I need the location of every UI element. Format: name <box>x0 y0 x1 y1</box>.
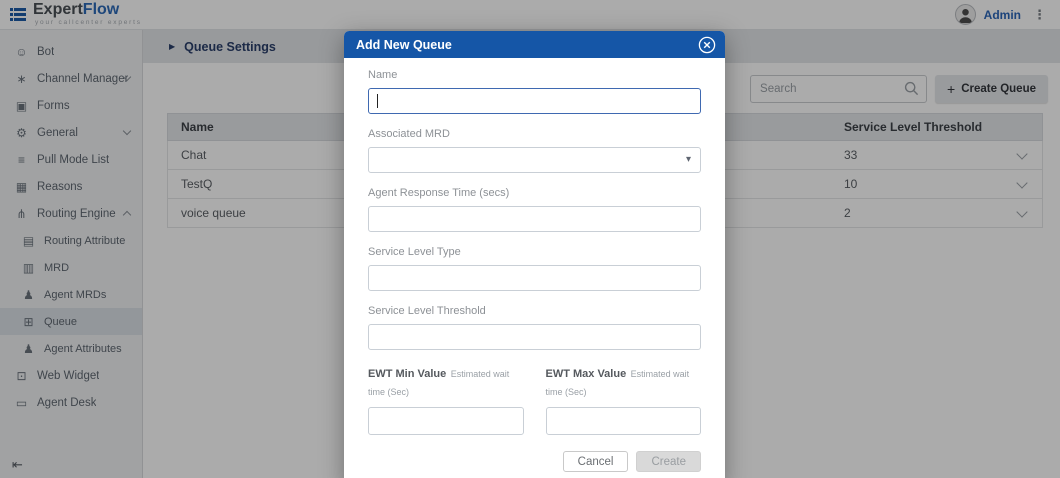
field-name: Name <box>368 69 701 114</box>
field-ewt-min: EWT Min Value Estimated wait time (Sec) <box>368 364 524 435</box>
name-label: Name <box>368 69 701 81</box>
add-new-queue-modal: Add New Queue Name Associated MRD <box>344 31 725 478</box>
field-service-level-threshold: Service Level Threshold <box>368 305 701 350</box>
cancel-button[interactable]: Cancel <box>563 451 629 472</box>
modal-body: Name Associated MRD ▾ Agent Response Tim… <box>344 58 725 478</box>
field-ewt-max: EWT Max Value Estimated wait time (Sec) <box>546 364 702 435</box>
ewt-fields-row: EWT Min Value Estimated wait time (Sec) … <box>368 364 701 435</box>
ewt-min-input[interactable] <box>368 407 524 435</box>
close-icon[interactable] <box>698 36 716 54</box>
service-level-type-label: Service Level Type <box>368 246 701 258</box>
app-root: ExpertFlow your callcenter experts Admin… <box>0 0 1060 478</box>
service-level-threshold-input[interactable] <box>368 324 701 350</box>
modal-header: Add New Queue <box>344 31 725 58</box>
name-input[interactable] <box>368 88 701 114</box>
field-agent-response-time: Agent Response Time (secs) <box>368 187 701 232</box>
agent-response-time-label: Agent Response Time (secs) <box>368 187 701 199</box>
text-cursor <box>377 94 378 108</box>
associated-mrd-select[interactable] <box>368 147 701 173</box>
create-button[interactable]: Create <box>636 451 701 472</box>
agent-response-time-input[interactable] <box>368 206 701 232</box>
modal-button-row: Cancel Create <box>368 451 701 472</box>
ewt-min-label: EWT Min Value <box>368 368 446 380</box>
field-service-level-type: Service Level Type <box>368 246 701 291</box>
ewt-max-label: EWT Max Value <box>546 368 627 380</box>
service-level-threshold-label: Service Level Threshold <box>368 305 701 317</box>
modal-title: Add New Queue <box>356 38 452 52</box>
field-associated-mrd: Associated MRD ▾ <box>368 128 701 173</box>
service-level-type-input[interactable] <box>368 265 701 291</box>
ewt-max-input[interactable] <box>546 407 702 435</box>
associated-mrd-label: Associated MRD <box>368 128 701 140</box>
